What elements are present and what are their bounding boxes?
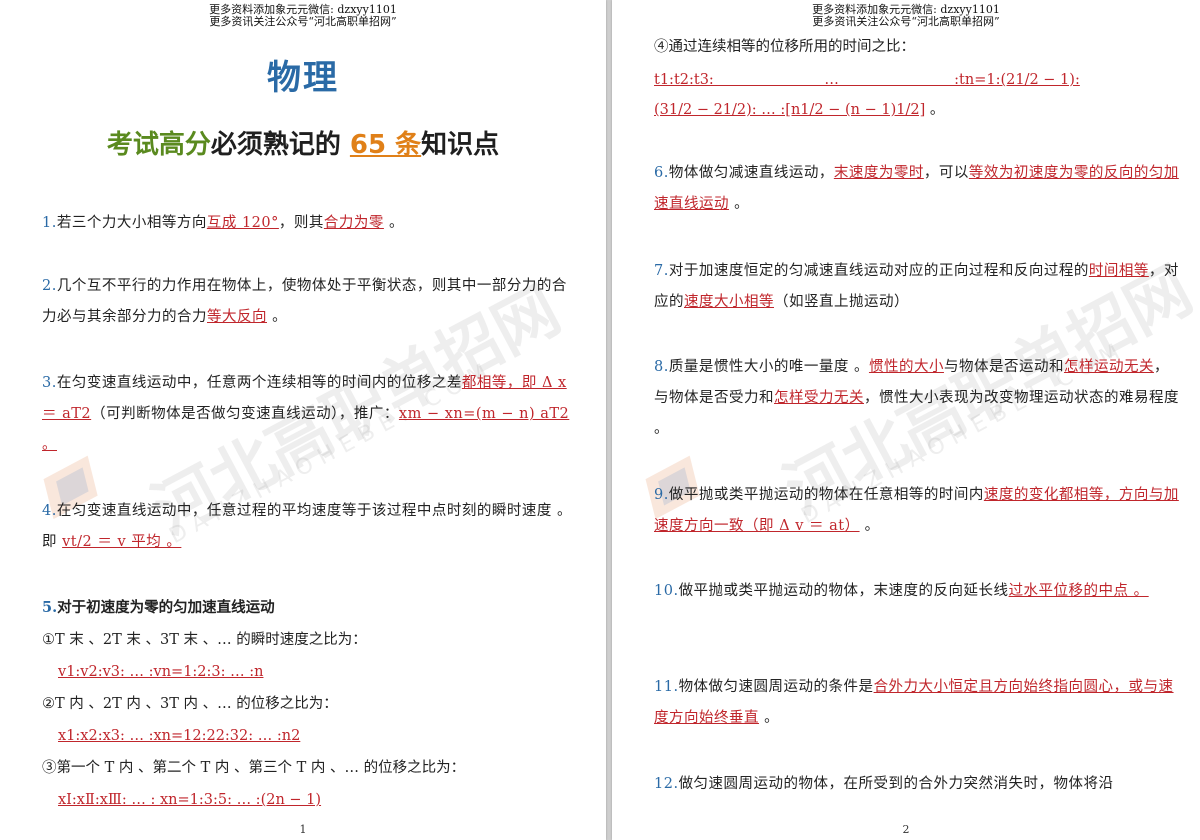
point-number: 2. [42, 278, 57, 294]
point-text: 。 [759, 710, 780, 726]
knowledge-point-1: 1.若三个力大小相等方向互成 120°，则其合力为零 。 [42, 208, 572, 239]
point-answer: 末速度为零时 [833, 165, 924, 181]
knowledge-point-11: 11.物体做匀速圆周运动的条件是合外力大小恒定且方向始终指向圆心，或与速度方向始… [654, 672, 1179, 734]
knowledge-point-9: 9.做平抛或类平抛运动的物体在任意相等的时间内速度的变化都相等，方向与加速度方向… [654, 480, 1179, 542]
point-answer: 怎样运动无关 [1063, 359, 1154, 375]
point-text: 。 [383, 215, 404, 231]
point-text: 。 [925, 102, 945, 118]
point-answer: 时间相等 [1088, 263, 1149, 279]
point-number: 9. [654, 487, 669, 503]
point-text: （如竖直上抛运动） [774, 294, 909, 310]
point-5-answer-2: x1:x2:x3: … :xn=12:22:32: … :n2 [58, 728, 301, 744]
point-number: 12. [654, 776, 679, 792]
point-answer: 惯性的大小 [868, 359, 944, 375]
subtitle-part-a: 考试高分 [106, 130, 211, 160]
point-text: 与物体是否运动和 [943, 359, 1064, 375]
knowledge-point-5-title: 5.对于初速度为零的匀加速直线运动 [42, 594, 275, 622]
point-text: ，可以 [923, 165, 969, 181]
knowledge-point-10: 10.做平抛或类平抛运动的物体，末速度的反向延长线过水平位移的中点 。 [654, 576, 1179, 607]
point-answer: vt/2 ＝ v 平均 。 [62, 534, 182, 550]
knowledge-point-12: 12.做匀速圆周运动的物体，在所受到的合外力突然消失时，物体将沿 [654, 769, 1179, 800]
page-header: 更多资料添加象元元微信: dzxyy1101 更多资讯关注公众号“河北高职单招网… [0, 4, 606, 28]
point-text: 几个互不平行的力作用在物体上，使物体处于平衡状态，则其中一部分力的合力必与其余部… [42, 278, 567, 325]
point-text: （可判断物体是否做匀变速直线运动），推广： [91, 406, 399, 422]
point-text: 对于加速度恒定的匀减速直线运动对应的正向过程和反向过程的 [668, 263, 1089, 279]
point-text: 做平抛或类平抛运动的物体，末速度的反向延长线 [678, 583, 1009, 599]
point-text: 对于初速度为零的匀加速直线运动 [57, 599, 275, 616]
header-line-2: 更多资讯关注公众号“河北高职单招网” [209, 15, 397, 28]
subtitle-part-b: 必须熟记的 [210, 130, 350, 160]
knowledge-point-2: 2.几个互不平行的力作用在物体上，使物体处于平衡状态，则其中一部分力的合力必与其… [42, 271, 572, 333]
point-5-answer-3: xⅠ:xⅡ:xⅢ: … : xn=1:3:5: … :(2n − 1) [58, 792, 322, 808]
subtitle-part-c: 65 条 [349, 130, 422, 160]
knowledge-point-7: 7.对于加速度恒定的匀减速直线运动对应的正向过程和反向过程的时间相等，对应的速度… [654, 256, 1179, 318]
point-5-answer-4-line-1: t1:t2:t3: … :tn=1:(21/2 − 1): [654, 72, 1080, 88]
point-number: 1. [42, 215, 57, 231]
knowledge-point-8: 8.质量是惯性大小的唯一量度 。惯性的大小与物体是否运动和怎样运动无关，与物体是… [654, 352, 1179, 445]
knowledge-point-4: 4.在匀变速直线运动中，任意过程的平均速度等于该过程中点时刻的瞬时速度 。即 v… [42, 496, 572, 558]
point-text: 物体做匀减速直线运动， [668, 165, 834, 181]
point-answer: 速度大小相等 [684, 294, 774, 310]
point-number: 10. [654, 583, 679, 599]
page-number: 1 [299, 823, 307, 836]
point-5-answer-1: v1:v2:v3: … :vn=1:2:3: … :n [58, 664, 264, 680]
page-subtitle: 考试高分必须熟记的 65 条知识点 [0, 124, 606, 161]
point-number: 6. [654, 165, 669, 181]
point-answer: 合力为零 [323, 215, 384, 231]
point-number: 7. [654, 263, 669, 279]
point-answer: 怎样受力无关 [774, 390, 864, 406]
point-text: 在匀变速直线运动中，任意两个连续相等的时间内的位移之差 [56, 375, 462, 391]
point-5-item-2: ②T 内 、2T 内 、3T 内 、… 的位移之比为： [42, 696, 338, 712]
point-text: 。 [729, 196, 750, 212]
point-text: ，则其 [278, 215, 324, 231]
point-text: 做平抛或类平抛运动的物体在任意相等的时间内 [668, 487, 984, 503]
page-title: 物理 [267, 58, 339, 98]
point-text: 。 [859, 518, 880, 534]
point-text: 若三个力大小相等方向 [56, 215, 207, 231]
point-5-answer-4-line-2: (31/2 − 21/2): … :[n1/2 − (n − 1)1/2] [654, 102, 926, 118]
point-number: 4. [42, 503, 57, 519]
point-number: 11. [654, 679, 679, 695]
subtitle-part-d: 知识点 [421, 130, 500, 160]
point-text: 做匀速圆周运动的物体，在所受到的合外力突然消失时，物体将沿 [678, 776, 1114, 792]
point-5-item-3: ③第一个 T 内 、第二个 T 内 、第三个 T 内 、… 的位移之比为： [42, 760, 466, 776]
knowledge-point-6: 6.物体做匀减速直线运动，末速度为零时，可以等效为初速度为零的反向的匀加速直线运… [654, 158, 1179, 220]
header-line-2: 更多资讯关注公众号“河北高职单招网” [812, 15, 1000, 28]
point-number: 5. [42, 599, 58, 616]
point-answer: 互成 120° [206, 215, 279, 231]
document-page-2: 更多资料添加象元元微信: dzxyy1101 更多资讯关注公众号“河北高职单招网… [612, 0, 1200, 840]
point-5-item-1: ①T 末 、2T 末 、3T 末 、… 的瞬时速度之比为： [42, 632, 367, 648]
point-number: 3. [42, 375, 57, 391]
knowledge-point-3: 3.在匀变速直线运动中，任意两个连续相等的时间内的位移之差都相等，即 Δ x ＝… [42, 368, 572, 461]
point-text: 质量是惯性大小的唯一量度 。 [668, 359, 869, 375]
document-page-1: 更多资料添加象元元微信: dzxyy1101 更多资讯关注公众号“河北高职单招网… [0, 0, 606, 840]
point-answer: 等大反向 [207, 309, 267, 325]
point-text: 物体做匀速圆周运动的条件是 [678, 679, 874, 695]
point-5-answer-4-line-2-wrap: (31/2 − 21/2): … :[n1/2 − (n − 1)1/2] 。 [654, 96, 944, 124]
page-number: 2 [902, 823, 910, 836]
point-answer: 过水平位移的中点 。 [1008, 583, 1149, 599]
point-text: 。 [267, 309, 288, 325]
point-5-item-4: ④通过连续相等的位移所用的时间之比： [654, 39, 915, 55]
point-number: 8. [654, 359, 669, 375]
page-header: 更多资料添加象元元微信: dzxyy1101 更多资讯关注公众号“河北高职单招网… [612, 4, 1200, 28]
